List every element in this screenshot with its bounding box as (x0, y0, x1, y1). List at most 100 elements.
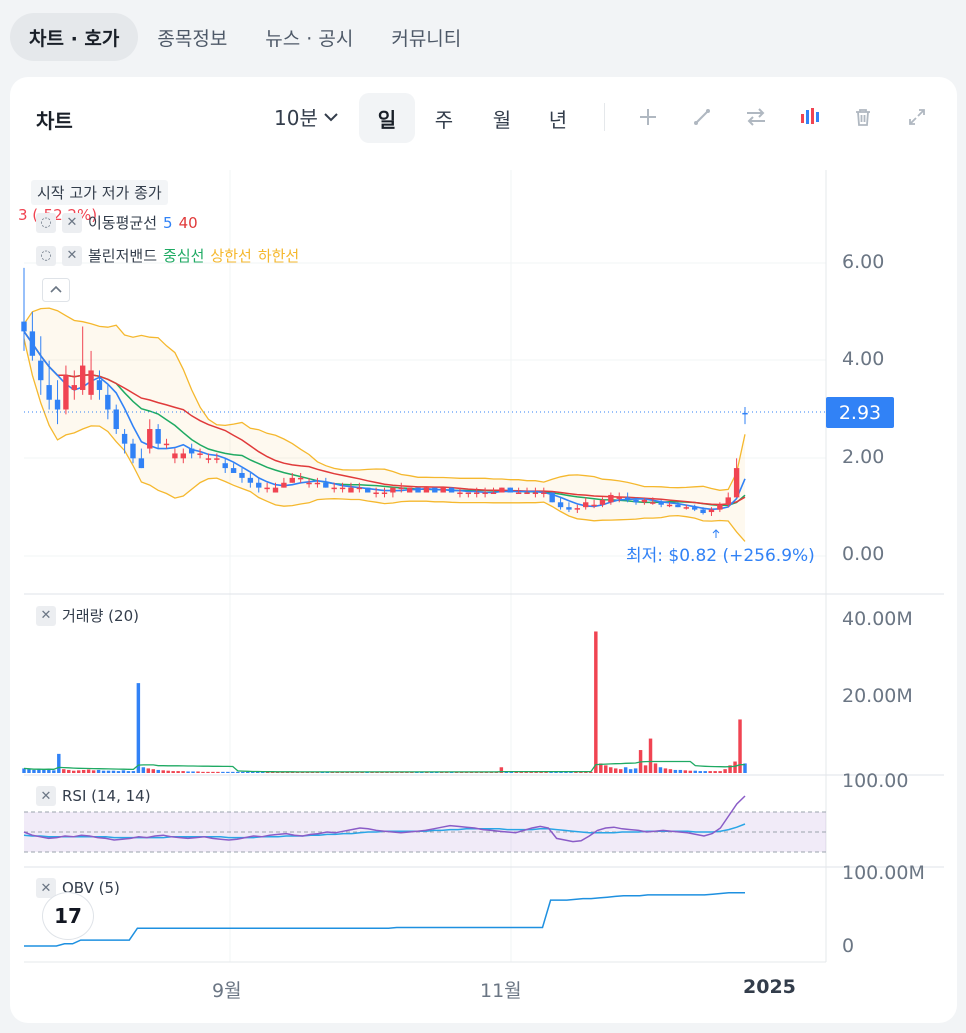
volume-bar (62, 769, 66, 773)
candle-body (230, 468, 237, 473)
hide-eye-icon[interactable]: ◌ (36, 245, 56, 266)
ma-5-label: 5 (163, 213, 173, 232)
candle-body (390, 487, 396, 493)
candle-body (608, 494, 614, 503)
obv-tick-label: 100.00M (842, 862, 925, 884)
volume-bar (723, 769, 727, 773)
candle-body (306, 482, 312, 485)
close-icon[interactable]: ✕ (36, 878, 56, 898)
hide-eye-icon[interactable]: ◌ (36, 212, 56, 233)
candle-body (297, 477, 304, 480)
volume-bar (216, 771, 220, 773)
volume-bar (673, 769, 678, 773)
volume-bar (678, 769, 683, 773)
volume-bar (166, 770, 170, 773)
candle-body (440, 487, 446, 493)
candle-body (264, 487, 270, 490)
volume-bar (126, 771, 131, 773)
candle-body (524, 492, 530, 495)
candle-body (725, 497, 731, 505)
volume-bar (683, 770, 688, 773)
ma-label: 이동평균선 (88, 214, 158, 232)
candle-body (641, 499, 648, 503)
candle-body (205, 458, 212, 460)
top-tabs: 차트 · 호가 종목정보 뉴스 · 공시 커뮤니티 (10, 12, 480, 62)
candle-body (365, 487, 371, 493)
volume-bar (81, 769, 86, 773)
volume-bar (698, 771, 702, 773)
volume-bar (733, 761, 737, 773)
candle-body (38, 360, 44, 381)
candle-body (130, 443, 136, 459)
ma-legend: ◌ ✕ 이동평균선 5 40 (36, 212, 198, 233)
x-tick-label: 9월 (212, 980, 242, 1002)
close-icon[interactable]: ✕ (36, 605, 56, 626)
candle-body (331, 487, 337, 490)
volume-bar (703, 771, 707, 773)
ohlc-legend: 시작 고가 저가 종가 (31, 180, 168, 205)
x-tick-label: 2025 (743, 976, 796, 998)
candle-body (733, 468, 740, 498)
current-price-tag: 2.93 (826, 397, 894, 428)
candle-body (381, 492, 388, 495)
volume-bar (236, 771, 240, 773)
volume-bar (221, 771, 225, 773)
candle-body (373, 492, 379, 495)
candle-body (474, 492, 480, 495)
volume-bar (618, 769, 623, 773)
candle-body (591, 504, 597, 507)
low-marker-arrow (712, 529, 720, 538)
candle-body (448, 487, 455, 493)
candle-body (339, 487, 346, 490)
volume-bar (663, 768, 668, 773)
candle-body (214, 458, 220, 460)
candle-body (700, 509, 706, 514)
volume-bar (176, 771, 180, 773)
tab-stock-info[interactable]: 종목정보 (138, 13, 246, 61)
volume-bar (633, 768, 638, 773)
tradingview-logo[interactable]: 17 (43, 893, 93, 939)
volume-bar (101, 770, 106, 773)
tab-news-disclosure[interactable]: 뉴스 · 공시 (246, 13, 372, 61)
candle-body (465, 492, 472, 495)
volume-bar (67, 769, 71, 773)
candle-body (348, 487, 354, 493)
volume-bar (141, 767, 146, 773)
candle-body (323, 482, 329, 488)
candle-body (633, 499, 639, 503)
volume-bar (211, 771, 215, 773)
candle-body (541, 492, 547, 495)
low-annotation: 최저: $0.82 (+256.9%) (626, 546, 815, 566)
candle-body (172, 453, 178, 459)
close-icon[interactable]: ✕ (62, 212, 82, 233)
price-tick-label: 0.00 (842, 543, 885, 565)
candle-body (272, 487, 279, 493)
candle-body (356, 487, 363, 490)
volume-bar (648, 738, 653, 773)
volume-bar (623, 767, 628, 773)
volume-bar (131, 771, 136, 773)
volume-bar (91, 770, 96, 773)
tab-chart-orderbook[interactable]: 차트 · 호가 (10, 13, 139, 61)
volume-bar (151, 769, 156, 773)
volume-bar (42, 769, 46, 773)
candle-body (188, 448, 195, 454)
volume-bar (27, 769, 31, 773)
tab-community[interactable]: 커뮤니티 (372, 13, 480, 61)
close-icon[interactable]: ✕ (36, 786, 56, 806)
close-icon[interactable]: ✕ (62, 245, 82, 266)
volume-legend: ✕ 거래량 (20) (36, 605, 139, 626)
candle-body (574, 508, 581, 510)
volume-bar (718, 771, 722, 773)
volume-bar (52, 770, 56, 773)
candle-body (197, 453, 203, 455)
volume-bar (713, 771, 717, 773)
volume-bar (136, 683, 141, 773)
candle-body (71, 385, 77, 390)
legend-collapse[interactable] (42, 278, 70, 302)
candle-body (180, 453, 186, 459)
candle-body (566, 507, 572, 510)
candle-body (314, 482, 321, 485)
candle-body (675, 504, 681, 508)
chart-canvas[interactable] (10, 77, 945, 967)
